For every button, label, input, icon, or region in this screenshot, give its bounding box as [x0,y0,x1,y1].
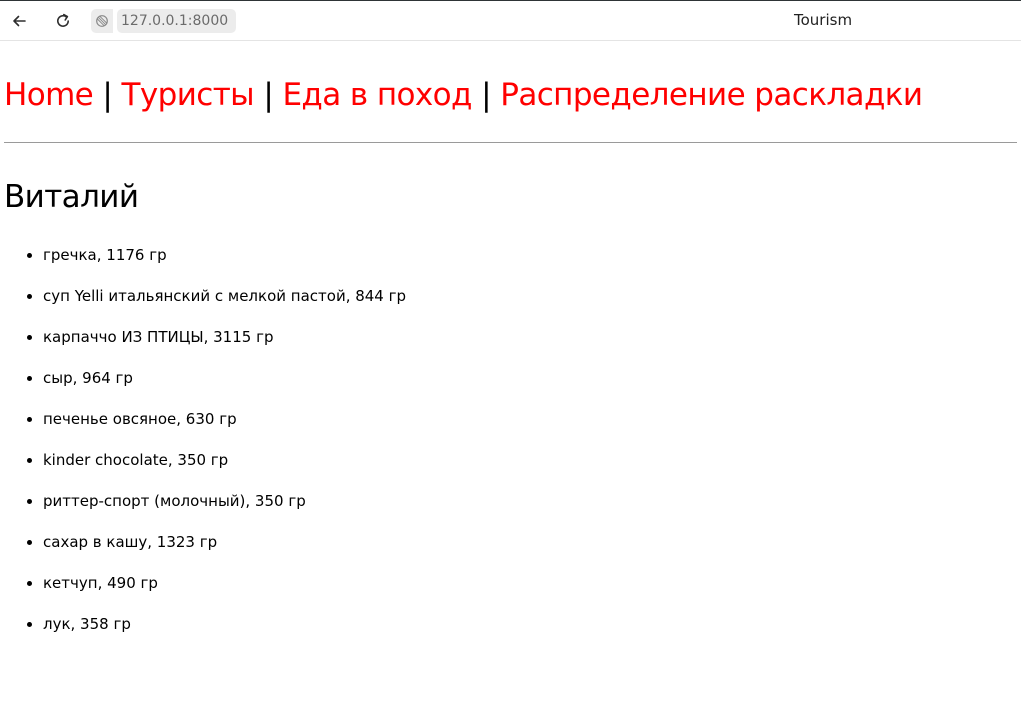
window-title: Tourism [794,11,853,29]
list-item: суп Yelli итальянский с мелкой пастой, 8… [43,280,1017,321]
food-list: гречка, 1176 гр суп Yelli итальянский с … [4,239,1017,649]
list-item: кетчуп, 490 гр [43,567,1017,608]
list-item: лук, 358 гр [43,608,1017,649]
reload-button[interactable] [49,7,77,35]
nav-separator: | [263,77,274,113]
list-item: сыр, 964 гр [43,362,1017,403]
nav-link-tourists[interactable]: Туристы [122,77,255,113]
divider [4,142,1017,143]
list-item: гречка, 1176 гр [43,239,1017,280]
page-title: Виталий [4,179,139,215]
list-item: сахар в кашу, 1323 гр [43,526,1017,567]
reload-icon [57,13,69,27]
nav-link-hiking-food[interactable]: Еда в поход [282,77,472,113]
main-navigation: Home | Туристы | Еда в поход | Распредел… [4,41,1017,115]
list-item: kinder chocolate, 350 гр [43,444,1017,485]
nav-link-home[interactable]: Home [4,77,94,113]
back-arrow-icon [13,15,26,27]
nav-separator: | [481,77,491,113]
site-info-icon[interactable] [91,9,113,33]
back-button[interactable] [5,7,33,35]
address-bar[interactable]: 127.0.0.1:8000 [91,9,237,33]
browser-toolbar: 127.0.0.1:8000 Tourism [0,0,1021,41]
url-text[interactable]: 127.0.0.1:8000 [117,9,237,33]
list-item: карпаччо ИЗ ПТИЦЫ, 3115 гр [43,321,1017,362]
nav-link-layout-distribution[interactable]: Распределение раскладки [500,77,923,113]
list-item: риттер-спорт (молочный), 350 гр [43,485,1017,526]
list-item: печенье овсяное, 630 гр [43,403,1017,444]
nav-separator: | [102,77,113,113]
page-content: Home | Туристы | Еда в поход | Распредел… [0,41,1021,649]
